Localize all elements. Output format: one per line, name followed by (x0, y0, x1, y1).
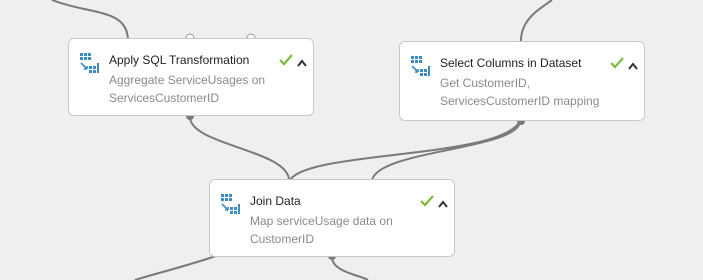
experiment-canvas[interactable]: Apply SQL Transformation Aggregate Servi… (0, 0, 703, 280)
module-apply-sql-transformation[interactable]: Apply SQL Transformation Aggregate Servi… (68, 38, 314, 116)
module-description: Map serviceUsage data on CustomerID (250, 212, 393, 248)
chevron-up-icon[interactable] (628, 57, 638, 70)
module-description-line: ServicesCustomerID (109, 91, 220, 105)
connector-select-columns-to-join-1[interactable] (371, 120, 521, 183)
connector-into-apply-sql[interactable] (51, 0, 129, 42)
connector-apply-sql-to-join[interactable] (189, 116, 290, 181)
chevron-up-icon[interactable] (297, 54, 307, 67)
module-description-line: Aggregate ServiceUsages on (109, 73, 266, 87)
module-join-data[interactable]: Join Data Map serviceUsage data on Custo… (209, 179, 455, 257)
module-table-icon (219, 192, 241, 216)
module-table-icon (409, 54, 431, 78)
module-description-line: Map serviceUsage data on (250, 214, 393, 228)
module-description-line: CustomerID (250, 232, 315, 246)
module-title: Apply SQL Transformation (109, 53, 250, 67)
checkmark-icon (279, 53, 293, 66)
module-description-line: ServicesCustomerID mapping (440, 94, 600, 108)
connector-select-columns-to-join-2[interactable] (288, 120, 521, 183)
chevron-up-icon[interactable] (438, 195, 448, 208)
checkmark-icon (610, 56, 624, 69)
module-title: Select Columns in Dataset (440, 56, 582, 70)
connector-out-join-left[interactable] (134, 255, 217, 280)
module-title: Join Data (250, 194, 301, 208)
module-description: Get CustomerID, ServicesCustomerID mappi… (440, 74, 599, 110)
module-table-icon (78, 51, 100, 75)
module-description-line: Get CustomerID, (440, 76, 531, 90)
connector-out-join-right[interactable] (331, 256, 369, 280)
connector-into-select-columns[interactable] (519, 0, 553, 44)
module-select-columns-in-dataset[interactable]: Select Columns in Dataset Get CustomerID… (399, 41, 645, 121)
checkmark-icon (420, 194, 434, 207)
module-description: Aggregate ServiceUsages on ServicesCusto… (109, 71, 265, 107)
